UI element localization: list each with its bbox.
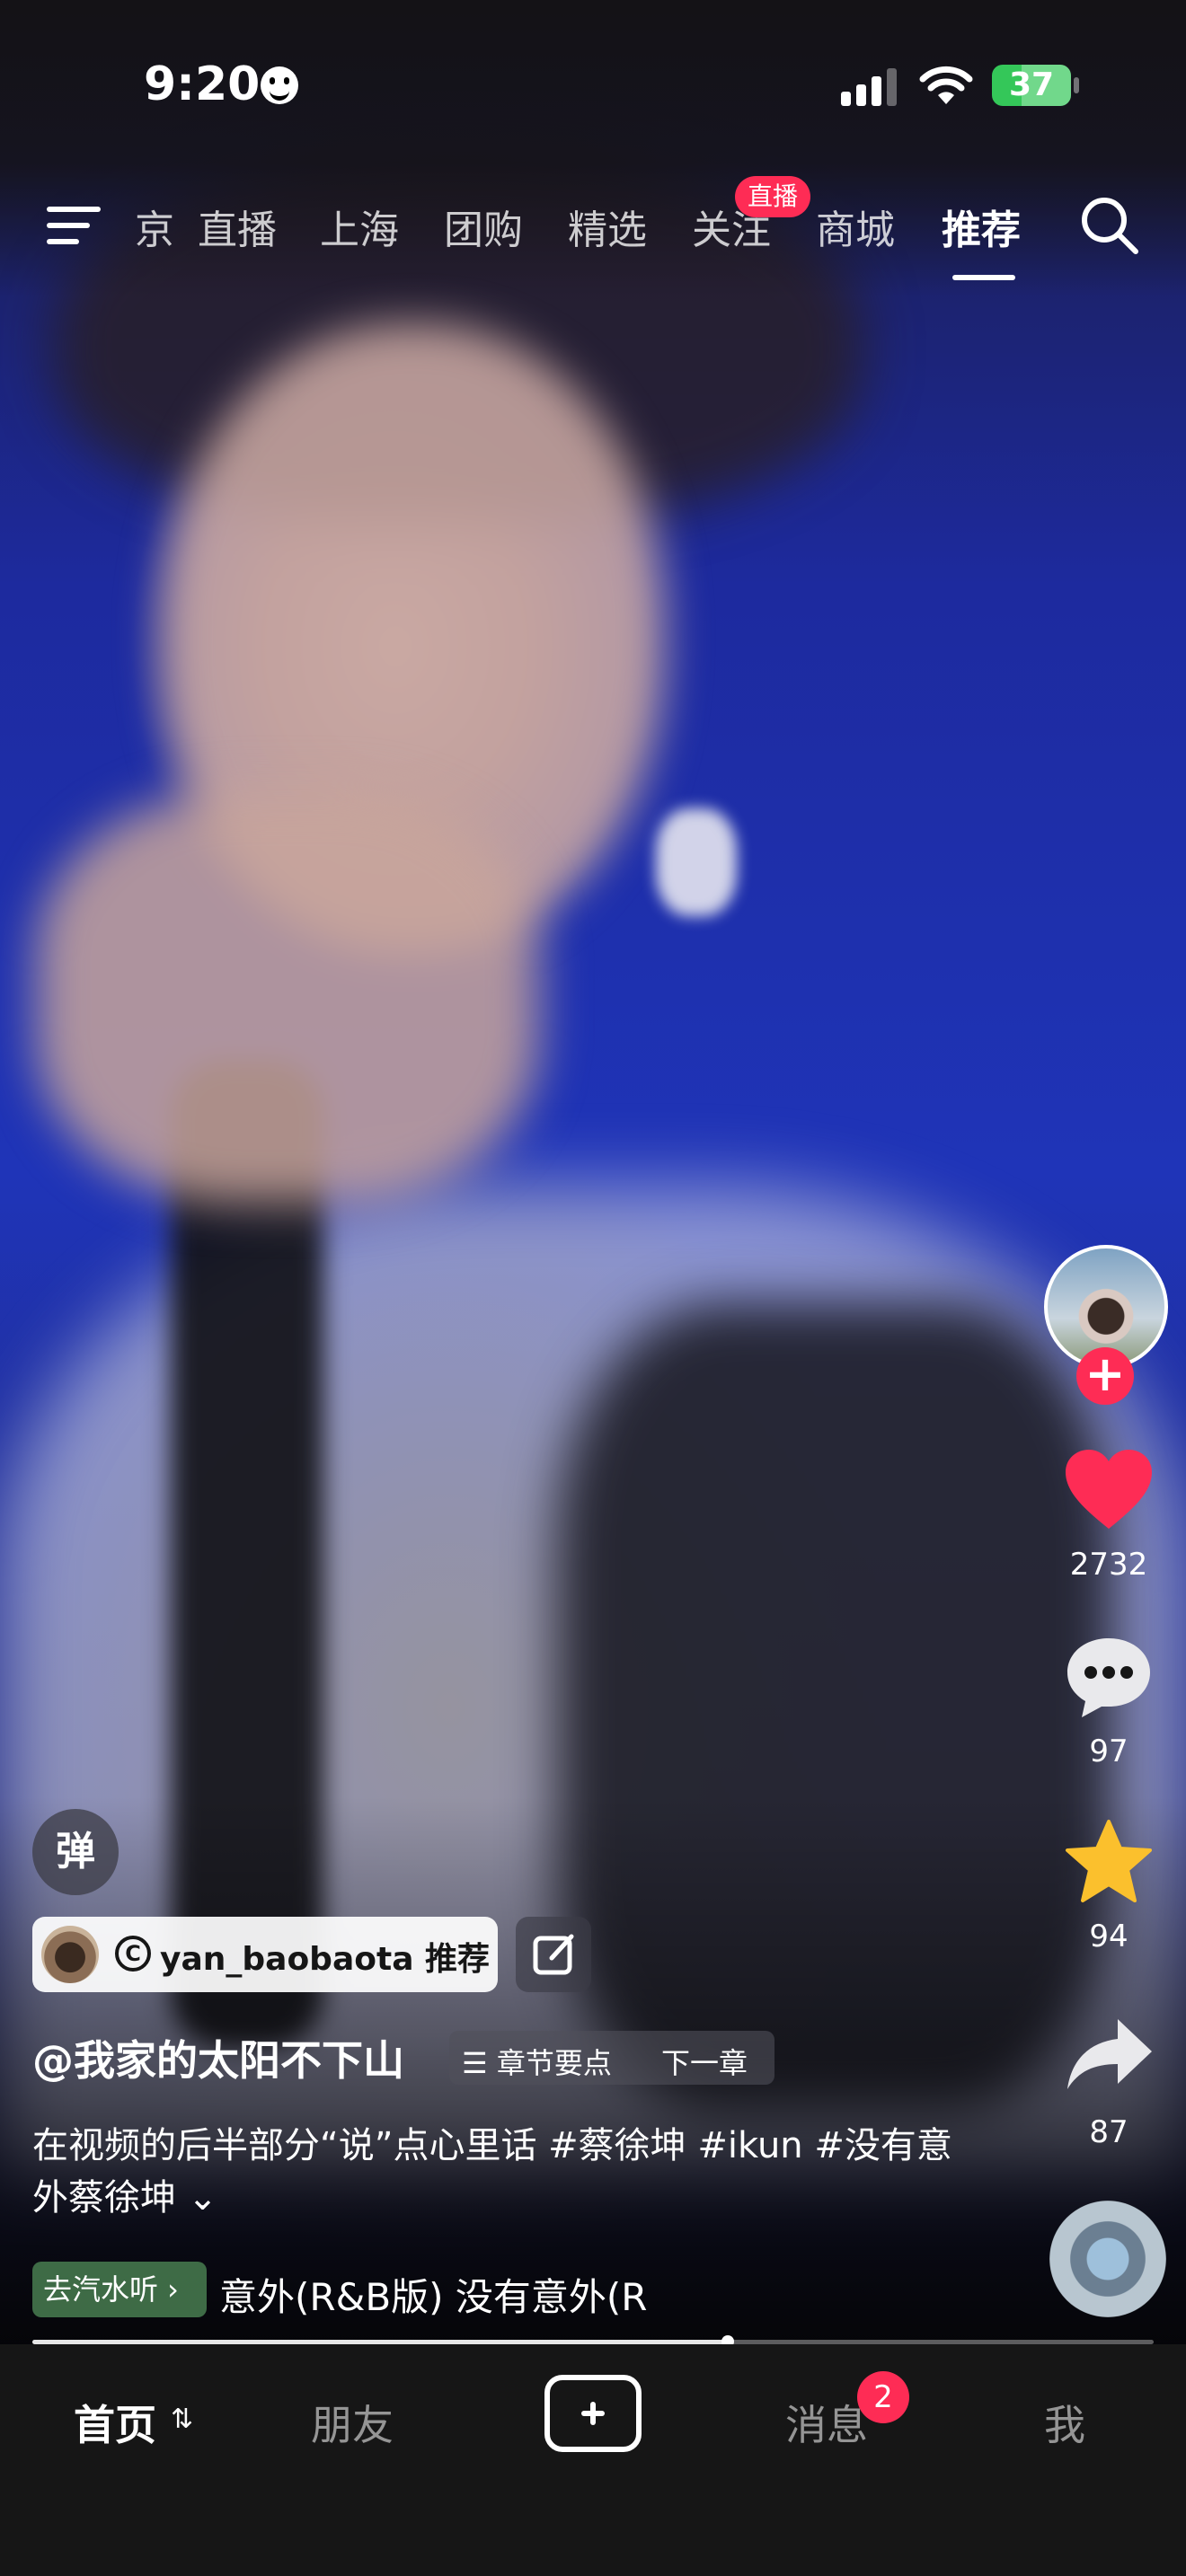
tab-beijing[interactable]: 京 bbox=[135, 198, 174, 255]
status-time: 9:20 bbox=[144, 57, 261, 111]
battery-level: 37 bbox=[1008, 66, 1055, 103]
home-switch-icon[interactable]: ⇅ bbox=[171, 2404, 193, 2435]
share-icon[interactable] bbox=[1066, 2016, 1154, 2093]
recommender-label: yan_baobaota 推荐 bbox=[160, 1941, 491, 1978]
tab-live[interactable]: 直播 bbox=[198, 198, 277, 255]
battery-icon: 37 bbox=[992, 65, 1071, 106]
listen-on-qishui-button[interactable]: 去汽水听 › bbox=[32, 2262, 207, 2317]
chapter-pill[interactable]: ☰ 章节要点 下一章 bbox=[449, 2031, 774, 2085]
next-chapter-label[interactable]: 下一章 bbox=[661, 2041, 748, 2082]
author-name[interactable]: @我家的太阳不下山 bbox=[32, 2028, 404, 2087]
danmaku-toggle[interactable]: 弹 bbox=[32, 1809, 119, 1895]
tab-featured[interactable]: 精选 bbox=[568, 198, 647, 255]
bottom-nav-friends[interactable]: 朋友 bbox=[311, 2393, 394, 2452]
focus-mode-icon bbox=[261, 66, 298, 104]
menu-icon[interactable] bbox=[47, 203, 104, 248]
cellular-signal-icon bbox=[841, 66, 897, 106]
video-frame-hands bbox=[36, 790, 539, 1204]
follow-plus-icon[interactable]: + bbox=[1076, 1347, 1134, 1405]
music-disc[interactable] bbox=[1049, 2201, 1166, 2317]
bottom-nav-messages[interactable]: 消息 bbox=[785, 2393, 868, 2452]
bottom-nav-home[interactable]: 首页 bbox=[74, 2393, 156, 2452]
video-player[interactable] bbox=[0, 0, 1186, 2344]
recommender-avatar bbox=[41, 1926, 99, 1983]
following-live-badge: 直播 bbox=[735, 176, 810, 217]
tab-recommend[interactable]: 推荐 bbox=[942, 198, 1021, 255]
create-button[interactable] bbox=[544, 2375, 642, 2452]
messages-badge: 2 bbox=[857, 2371, 909, 2423]
active-tab-indicator bbox=[952, 275, 1015, 280]
tab-mall[interactable]: 商城 bbox=[816, 198, 895, 255]
comments-count: 97 bbox=[1089, 1734, 1128, 1769]
tab-shanghai[interactable]: 上海 bbox=[320, 198, 399, 255]
copyright-icon: C bbox=[115, 1936, 151, 1972]
recommender-tag[interactable]: C yan_baobaota 推荐 bbox=[32, 1917, 498, 1992]
music-track-title[interactable]: 意外(R&B版) 没有意外(R bbox=[219, 2267, 713, 2322]
favorites-count: 94 bbox=[1089, 1919, 1128, 1954]
battery-cap bbox=[1074, 77, 1079, 93]
likes-count: 2732 bbox=[1069, 1547, 1148, 1583]
chapter-points-label[interactable]: ☰ 章节要点 bbox=[462, 2041, 612, 2082]
tab-group-buy[interactable]: 团购 bbox=[444, 198, 523, 255]
bottom-nav-me[interactable]: 我 bbox=[1044, 2393, 1085, 2452]
star-icon[interactable] bbox=[1064, 1818, 1154, 1904]
comment-icon[interactable] bbox=[1064, 1635, 1154, 1721]
edit-icon[interactable] bbox=[516, 1917, 591, 1992]
video-description[interactable]: 在视频的后半部分“说”点心里话 #蔡徐坤 #ikun #没有意外蔡徐坤 ⌄ bbox=[32, 2120, 967, 2224]
heart-icon[interactable] bbox=[1064, 1448, 1154, 1531]
video-frame-earring bbox=[656, 808, 737, 916]
search-icon[interactable] bbox=[1078, 194, 1141, 257]
shares-count: 87 bbox=[1089, 2114, 1128, 2150]
wifi-icon bbox=[919, 66, 973, 104]
